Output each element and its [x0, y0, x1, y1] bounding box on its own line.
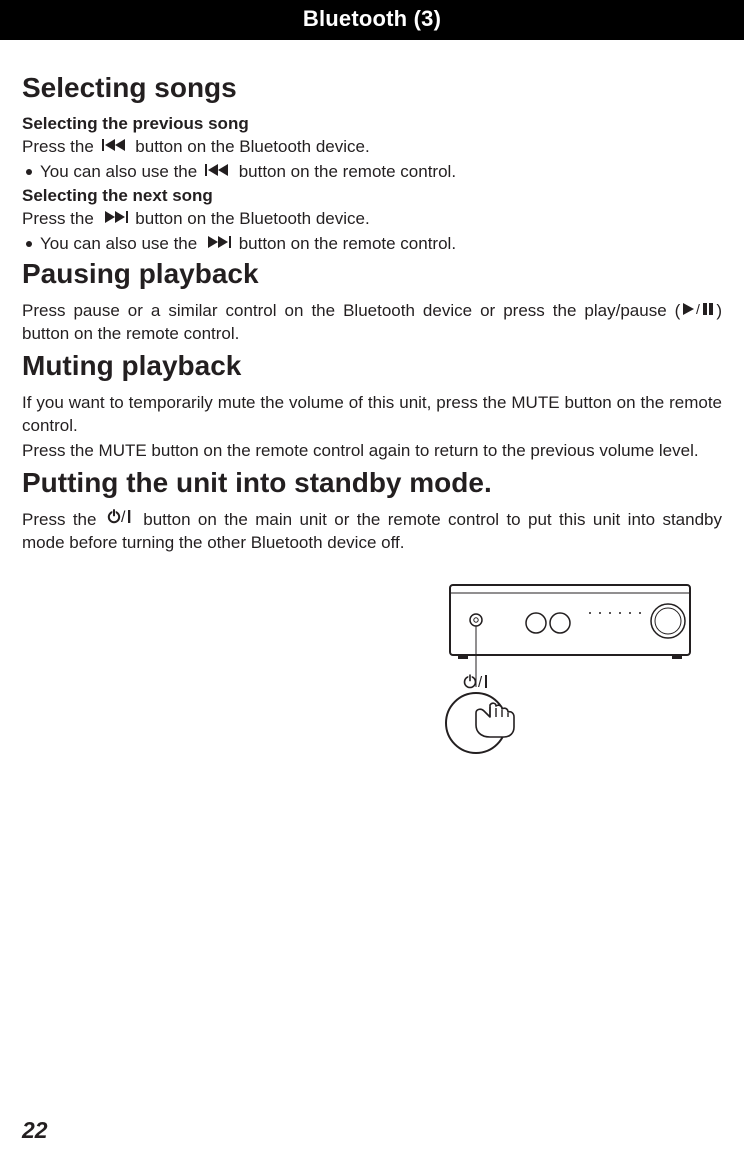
page-header: Bluetooth (3): [0, 0, 744, 40]
bullet-icon: [26, 241, 32, 247]
skip-previous-icon: [205, 160, 231, 183]
subheading-previous-song: Selecting the previous song: [22, 114, 722, 134]
text: You can also use the: [40, 234, 197, 253]
skip-next-icon: [102, 207, 128, 230]
svg-text:/: /: [478, 674, 483, 691]
svg-text:/: /: [696, 303, 700, 315]
text: You can also use the: [40, 162, 197, 181]
pausing-paragraph: Press pause or a similar control on the …: [22, 300, 722, 346]
heading-standby: Putting the unit into standby mode.: [22, 467, 722, 499]
standby-paragraph: Press the / button on the main unit or t…: [22, 509, 722, 555]
device-illustration: /: [22, 575, 722, 765]
text: button on the Bluetooth device.: [135, 137, 369, 156]
page-content: Selecting songs Selecting the previous s…: [0, 40, 744, 765]
bullet-icon: [26, 169, 32, 175]
heading-pausing: Pausing playback: [22, 258, 722, 290]
play-pause-icon: /: [683, 299, 713, 322]
text: button on the remote control.: [239, 162, 456, 181]
prev-song-line: Press the button on the Bluetooth device…: [22, 136, 722, 159]
text: button on the remote control.: [239, 234, 456, 253]
svg-text:/: /: [121, 509, 126, 524]
heading-muting: Muting playback: [22, 350, 722, 382]
next-song-line: Press the button on the Bluetooth device…: [22, 208, 722, 231]
subheading-next-song: Selecting the next song: [22, 186, 722, 206]
text: Press the: [22, 209, 94, 228]
power-standby-icon: /: [107, 508, 133, 531]
prev-song-bullet: You can also use the button on the remot…: [22, 161, 722, 184]
text: Press the: [22, 510, 96, 529]
page-number: 22: [22, 1117, 48, 1144]
text: Press the: [22, 137, 94, 156]
muting-paragraph-1: If you want to temporarily mute the volu…: [22, 392, 722, 438]
page-header-title: Bluetooth (3): [303, 6, 441, 31]
skip-previous-icon: [102, 135, 128, 158]
next-song-bullet: You can also use the button on the remot…: [22, 233, 722, 256]
skip-next-icon: [205, 232, 231, 255]
text: button on the Bluetooth device.: [135, 209, 369, 228]
heading-selecting-songs: Selecting songs: [22, 72, 722, 104]
muting-paragraph-2: Press the MUTE button on the remote cont…: [22, 440, 722, 463]
text: Press pause or a similar control on the …: [22, 301, 680, 320]
